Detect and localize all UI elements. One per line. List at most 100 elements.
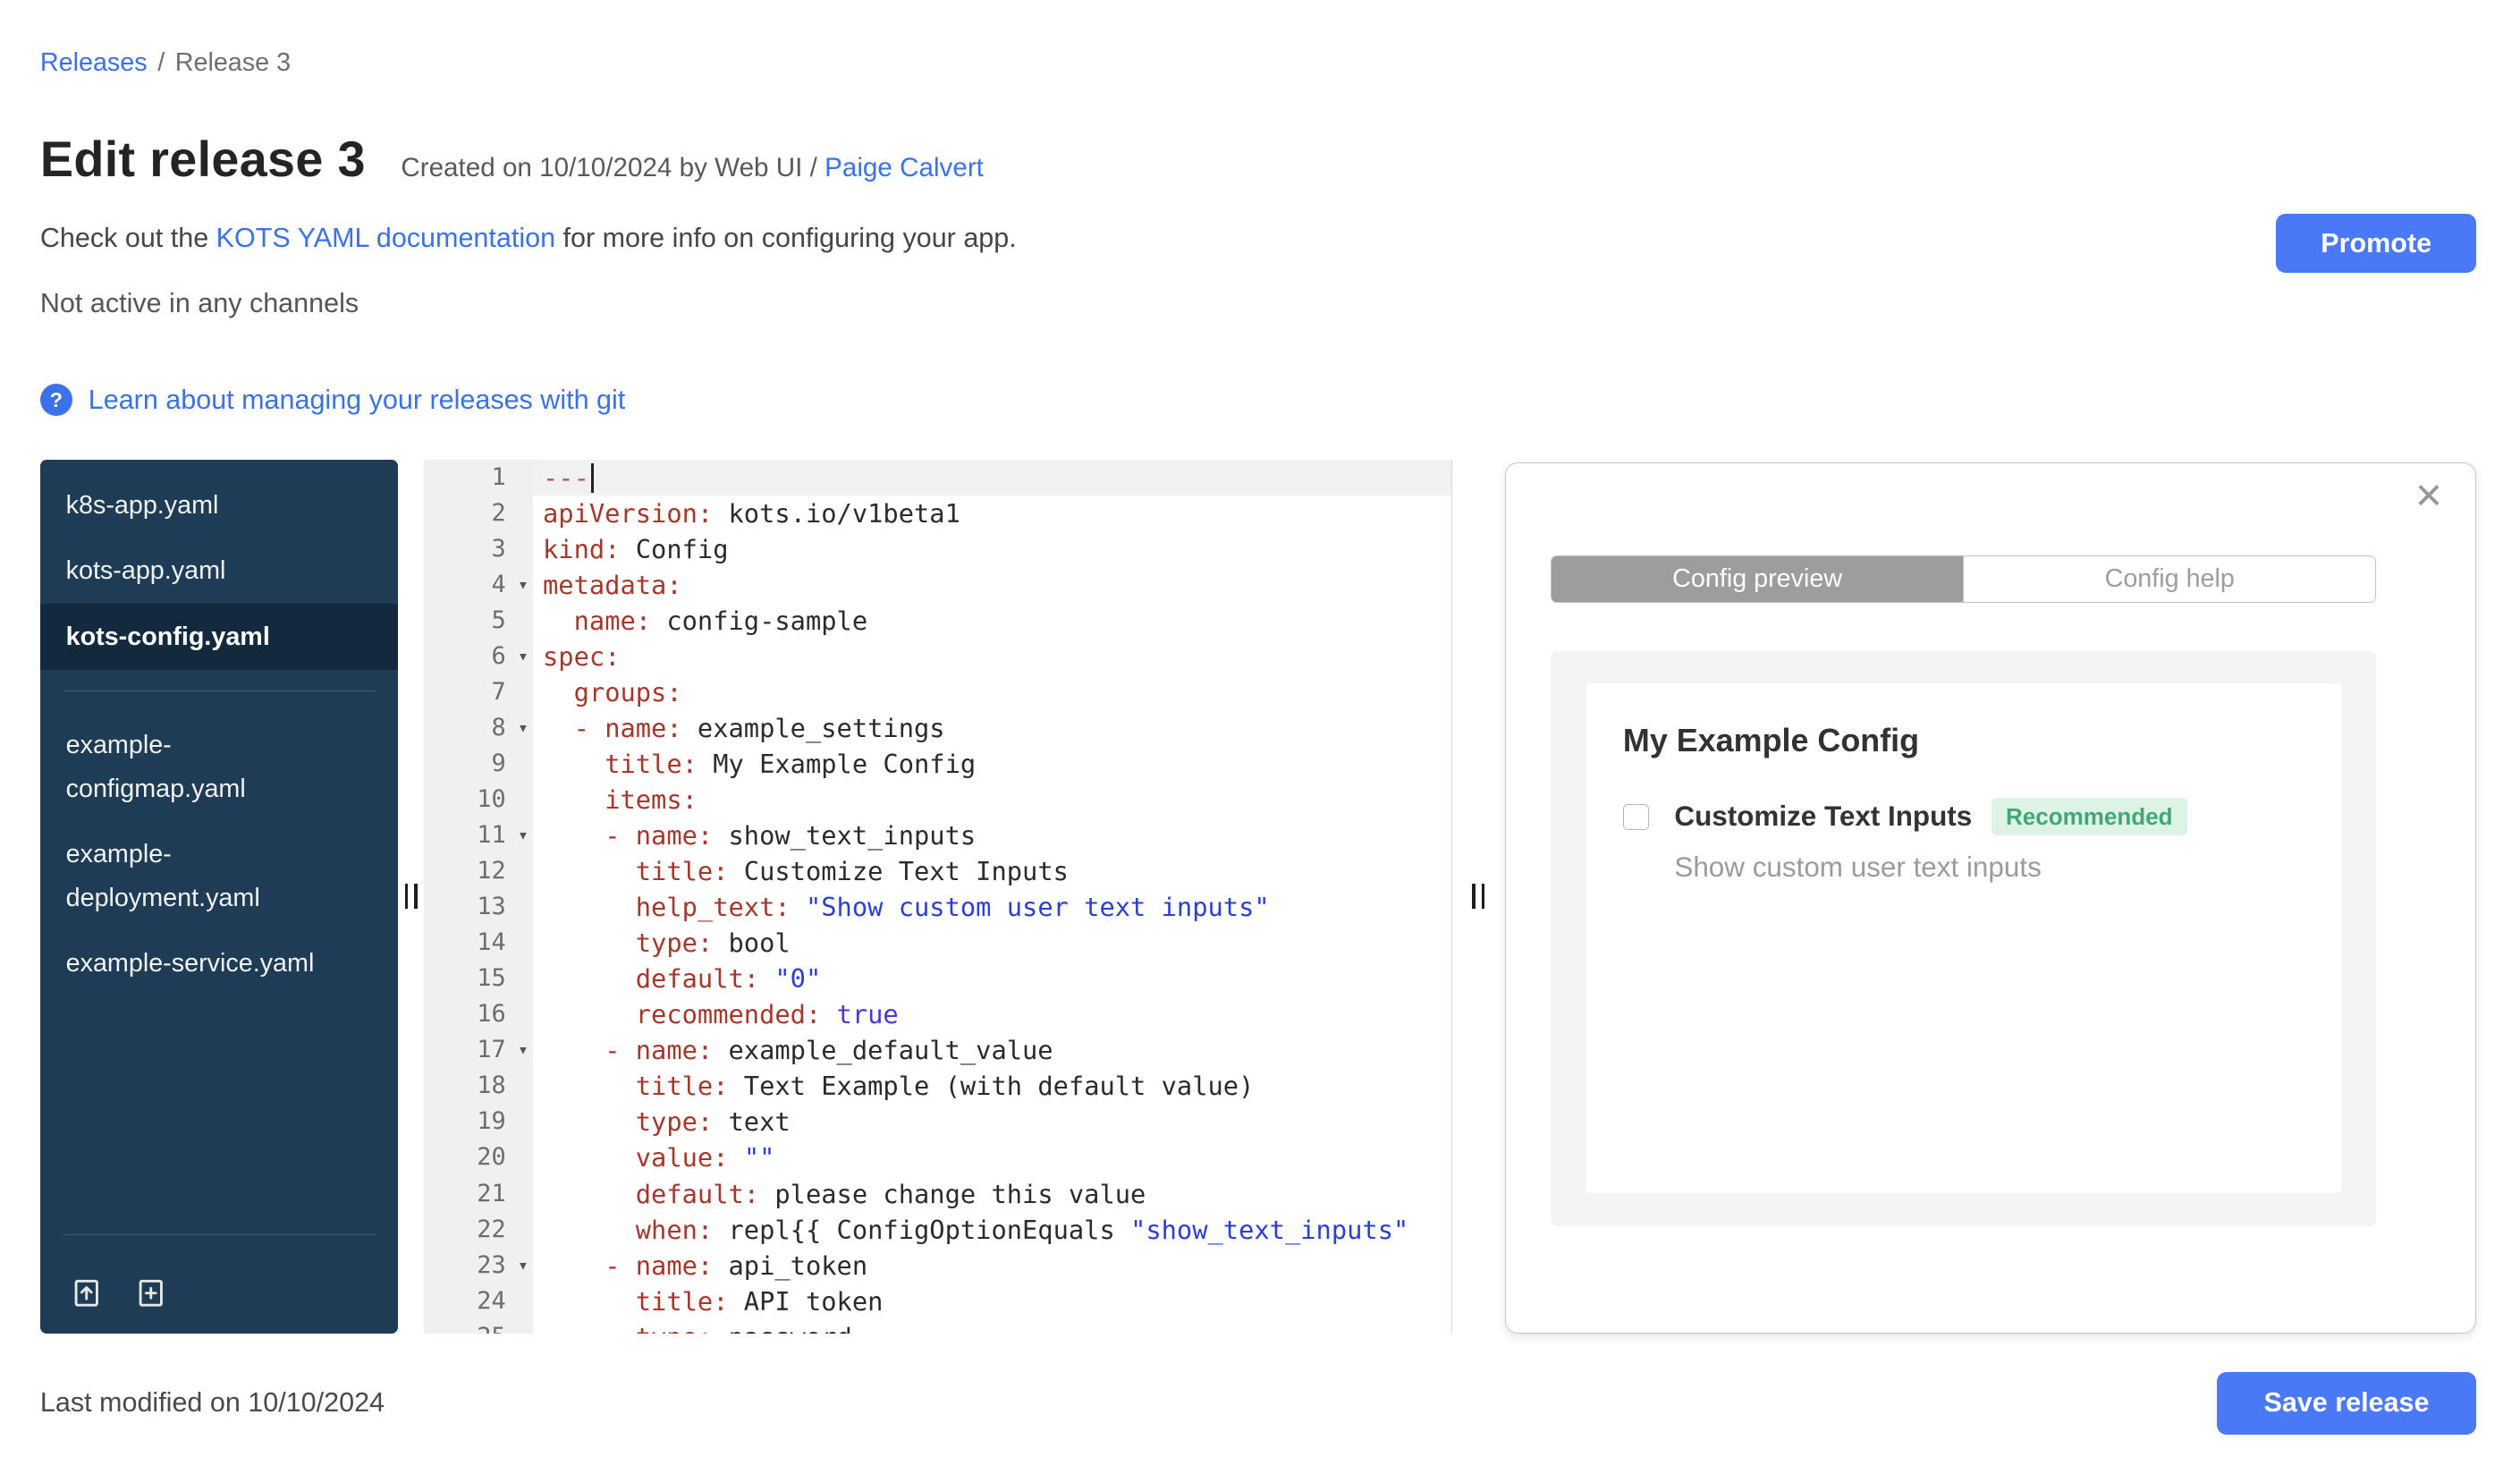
doc-info-row: Check out the KOTS YAML documentation fo…	[40, 222, 2477, 256]
code-line[interactable]: - name: example_settings	[533, 710, 1450, 746]
code-area[interactable]: --- apiVersion: kots.io/v1beta1 kind: Conf…	[533, 459, 1451, 1334]
code-line[interactable]: apiVersion: kots.io/v1beta1	[533, 496, 1450, 531]
created-text: Created on 10/10/2024 by Web UI /	[401, 153, 825, 183]
editor-preview-gap	[1451, 459, 1505, 1334]
line-number: 3	[491, 534, 506, 563]
created-info: Created on 10/10/2024 by Web UI / Paige …	[401, 153, 984, 183]
sidebar-footer	[40, 1214, 399, 1334]
code-line[interactable]: type: password	[533, 1319, 1450, 1334]
doc-text-suffix: for more info on configuring your app.	[555, 222, 1017, 253]
line-number: 20	[477, 1143, 506, 1172]
question-mark-icon: ?	[39, 384, 72, 417]
code-line[interactable]: value: ""	[533, 1139, 1450, 1175]
file-item-kots-config.yaml[interactable]: kots-config.yaml	[39, 604, 399, 670]
promote-button[interactable]: Promote	[2275, 213, 2477, 274]
last-modified-text: Last modified on 10/10/2024	[39, 1387, 385, 1419]
edit-release-page: Releases / Release 3 Edit release 3 Crea…	[0, 0, 2520, 1473]
line-number: 21	[477, 1179, 506, 1207]
doc-text-prefix: Check out the	[39, 222, 216, 253]
customize-text-inputs-checkbox[interactable]	[1622, 803, 1649, 830]
code-line[interactable]: name: config-sample	[533, 603, 1450, 639]
line-number: 17 ▾	[424, 1032, 533, 1068]
kots-yaml-doc-link[interactable]: KOTS YAML documentation	[216, 223, 555, 253]
file-item-k8s-app.yaml[interactable]: k8s-app.yaml	[40, 472, 399, 538]
code-line[interactable]: spec:	[533, 639, 1450, 674]
yaml-editor[interactable]: 1 2 3 4 ▾ 5 6 ▾ 7 8 ▾ 9 10 11 ▾ 12 13 14 15 16 17 ▾ 18 19 20 21 22…	[424, 459, 1452, 1334]
line-number: 23 ▾	[424, 1248, 533, 1283]
config-group-title: My Example Config	[1622, 722, 1920, 759]
save-release-button[interactable]: Save release	[2216, 1371, 2477, 1435]
code-line[interactable]: title: API token	[533, 1283, 1450, 1319]
line-number: 13	[477, 893, 506, 921]
fold-toggle-icon[interactable]: ▾	[518, 1032, 529, 1068]
line-number: 1	[491, 462, 506, 491]
new-file-icon[interactable]	[133, 1275, 169, 1311]
editor-resize-handle-right[interactable]	[1472, 883, 1485, 910]
line-number: 12	[477, 857, 506, 885]
preview-tab-bar: Config preview Config help	[1551, 555, 2377, 604]
code-line[interactable]: - name: api_token	[533, 1248, 1450, 1283]
line-number: 22	[477, 1215, 506, 1243]
line-number: 24	[477, 1286, 506, 1315]
line-number: 4 ▾	[424, 567, 533, 603]
code-line[interactable]: groups:	[533, 674, 1450, 710]
line-number: 16	[477, 1000, 506, 1029]
line-number: 8 ▾	[424, 710, 533, 746]
config-group-card: My Example Config Customize Text Inputs …	[1586, 683, 2341, 1193]
title-row: Edit release 3 Created on 10/10/2024 by …	[40, 131, 2477, 188]
line-number: 14	[477, 928, 506, 957]
author-link[interactable]: Paige Calvert	[824, 153, 984, 182]
recommended-badge: Recommended	[1991, 798, 2187, 836]
code-line[interactable]: help_text: "Show custom user text inputs…	[533, 889, 1450, 925]
line-number: 10	[477, 785, 506, 813]
file-item-example-deployment.yaml[interactable]: example-deployment.yaml	[40, 822, 399, 931]
import-file-icon[interactable]	[69, 1275, 105, 1311]
code-line[interactable]: items:	[533, 782, 1450, 817]
git-releases-help-link[interactable]: Learn about managing your releases with …	[89, 385, 626, 416]
channel-status: Not active in any channels	[39, 288, 359, 319]
help-row: ? Learn about managing your releases wit…	[39, 382, 2477, 418]
close-icon[interactable]: ✕	[2414, 479, 2443, 515]
code-line[interactable]: metadata:	[533, 567, 1450, 603]
breadcrumb-separator: /	[157, 47, 165, 77]
code-line[interactable]: title: Customize Text Inputs	[533, 853, 1450, 889]
fold-toggle-icon[interactable]: ▾	[518, 1248, 529, 1283]
code-line[interactable]: ---	[533, 459, 1451, 496]
line-number: 6 ▾	[424, 639, 533, 674]
line-number: 9	[491, 749, 506, 777]
code-line[interactable]: type: bool	[533, 925, 1450, 961]
line-number: 2	[491, 498, 506, 527]
fold-toggle-icon[interactable]: ▾	[518, 567, 529, 603]
line-number: 7	[491, 677, 506, 706]
code-line[interactable]: type: text	[533, 1104, 1450, 1139]
code-line[interactable]: title: My Example Config	[533, 746, 1450, 782]
code-line[interactable]: default: please change this value	[533, 1176, 1450, 1212]
fold-toggle-icon[interactable]: ▾	[518, 639, 529, 674]
file-item-kots-app.yaml[interactable]: kots-app.yaml	[40, 538, 399, 605]
breadcrumb-releases-link[interactable]: Releases	[40, 48, 148, 77]
code-line[interactable]: title: Text Example (with default value)	[533, 1068, 1450, 1104]
code-line[interactable]: recommended: true	[533, 996, 1450, 1032]
file-list-top: k8s-app.yaml kots-app.yaml kots-config.yam…	[39, 472, 399, 670]
fold-toggle-icon[interactable]: ▾	[518, 817, 529, 853]
config-item-help-text: Show custom user text inputs	[1674, 851, 2042, 884]
code-line[interactable]: - name: example_default_value	[533, 1032, 1450, 1068]
line-number: 15	[477, 964, 506, 993]
breadcrumb-current: Release 3	[174, 47, 292, 77]
file-item-example-service.yaml[interactable]: example-service.yaml	[40, 931, 399, 997]
tab-config-preview[interactable]: Config preview	[1552, 555, 1964, 603]
config-item-row: Customize Text Inputs Recommended	[1622, 798, 2304, 836]
line-number: 18	[477, 1072, 506, 1100]
code-line[interactable]: when: repl{{ ConfigOptionEquals "show_te…	[533, 1212, 1450, 1248]
sidebar-editor-gap	[398, 459, 425, 1334]
code-line[interactable]: default: "0"	[533, 961, 1450, 996]
file-item-example-configmap.yaml[interactable]: example-configmap.yaml	[40, 712, 399, 821]
editor-resize-handle-left[interactable]	[404, 883, 418, 910]
code-line[interactable]: kind: Config	[533, 531, 1450, 567]
file-sidebar: k8s-app.yaml kots-app.yaml kots-config.yam…	[39, 459, 399, 1334]
line-number-gutter: 1 2 3 4 ▾ 5 6 ▾ 7 8 ▾ 9 10 11 ▾ 12 13 14 15 16 17 ▾ 18 19 20 21 22…	[424, 459, 534, 1334]
tab-config-help[interactable]: Config help	[1963, 555, 2376, 603]
breadcrumb: Releases / Release 3	[40, 48, 2477, 78]
code-line[interactable]: - name: show_text_inputs	[533, 817, 1450, 853]
fold-toggle-icon[interactable]: ▾	[518, 710, 529, 746]
